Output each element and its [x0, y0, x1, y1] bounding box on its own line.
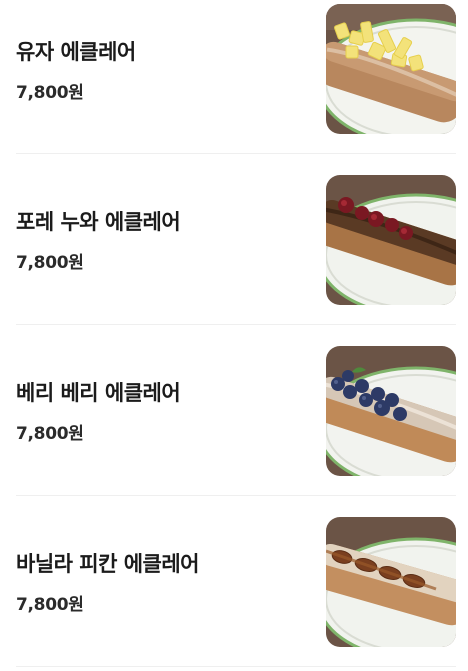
menu-item-info: 유자 에클레어 7,800원	[16, 4, 136, 134]
menu-item[interactable]: 바닐라 피칸 에클레어 7,800원	[0, 496, 468, 667]
vanilla-pecan-eclair-image[interactable]	[326, 516, 456, 647]
menu-item-name: 유자 에클레어	[16, 39, 136, 64]
menu-item-price: 7,800원	[16, 253, 84, 273]
menu-item-name: 바닐라 피칸 에클레어	[16, 552, 200, 576]
menu-item-info: 바닐라 피칸 에클레어 7,800원	[16, 548, 200, 615]
item-divider	[16, 666, 456, 667]
menu-item-price: 7,800원	[16, 424, 84, 444]
menu-item-price: 7,800원	[16, 595, 84, 615]
yuzu-eclair-image[interactable]	[326, 4, 456, 134]
menu-item-name: 베리 베리 에클레어	[16, 381, 181, 405]
menu-item-price: 7,800원	[16, 82, 84, 103]
foret-noire-eclair-image[interactable]	[326, 174, 456, 305]
menu-item[interactable]: 포레 누와 에클레어 7,800원	[0, 154, 468, 325]
menu-item-name: 포레 누와 에클레어	[16, 210, 181, 234]
menu-item[interactable]: 베리 베리 에클레어 7,800원	[0, 325, 468, 496]
menu-list: 유자 에클레어 7,800원 포레 누와 에클레어 7,800원 베리 베리 에…	[0, 0, 468, 667]
menu-item-info: 베리 베리 에클레어 7,800원	[16, 377, 181, 444]
menu-item[interactable]: 유자 에클레어 7,800원	[0, 0, 468, 154]
menu-item-info: 포레 누와 에클레어 7,800원	[16, 206, 181, 273]
berry-berry-eclair-image[interactable]	[326, 345, 456, 476]
